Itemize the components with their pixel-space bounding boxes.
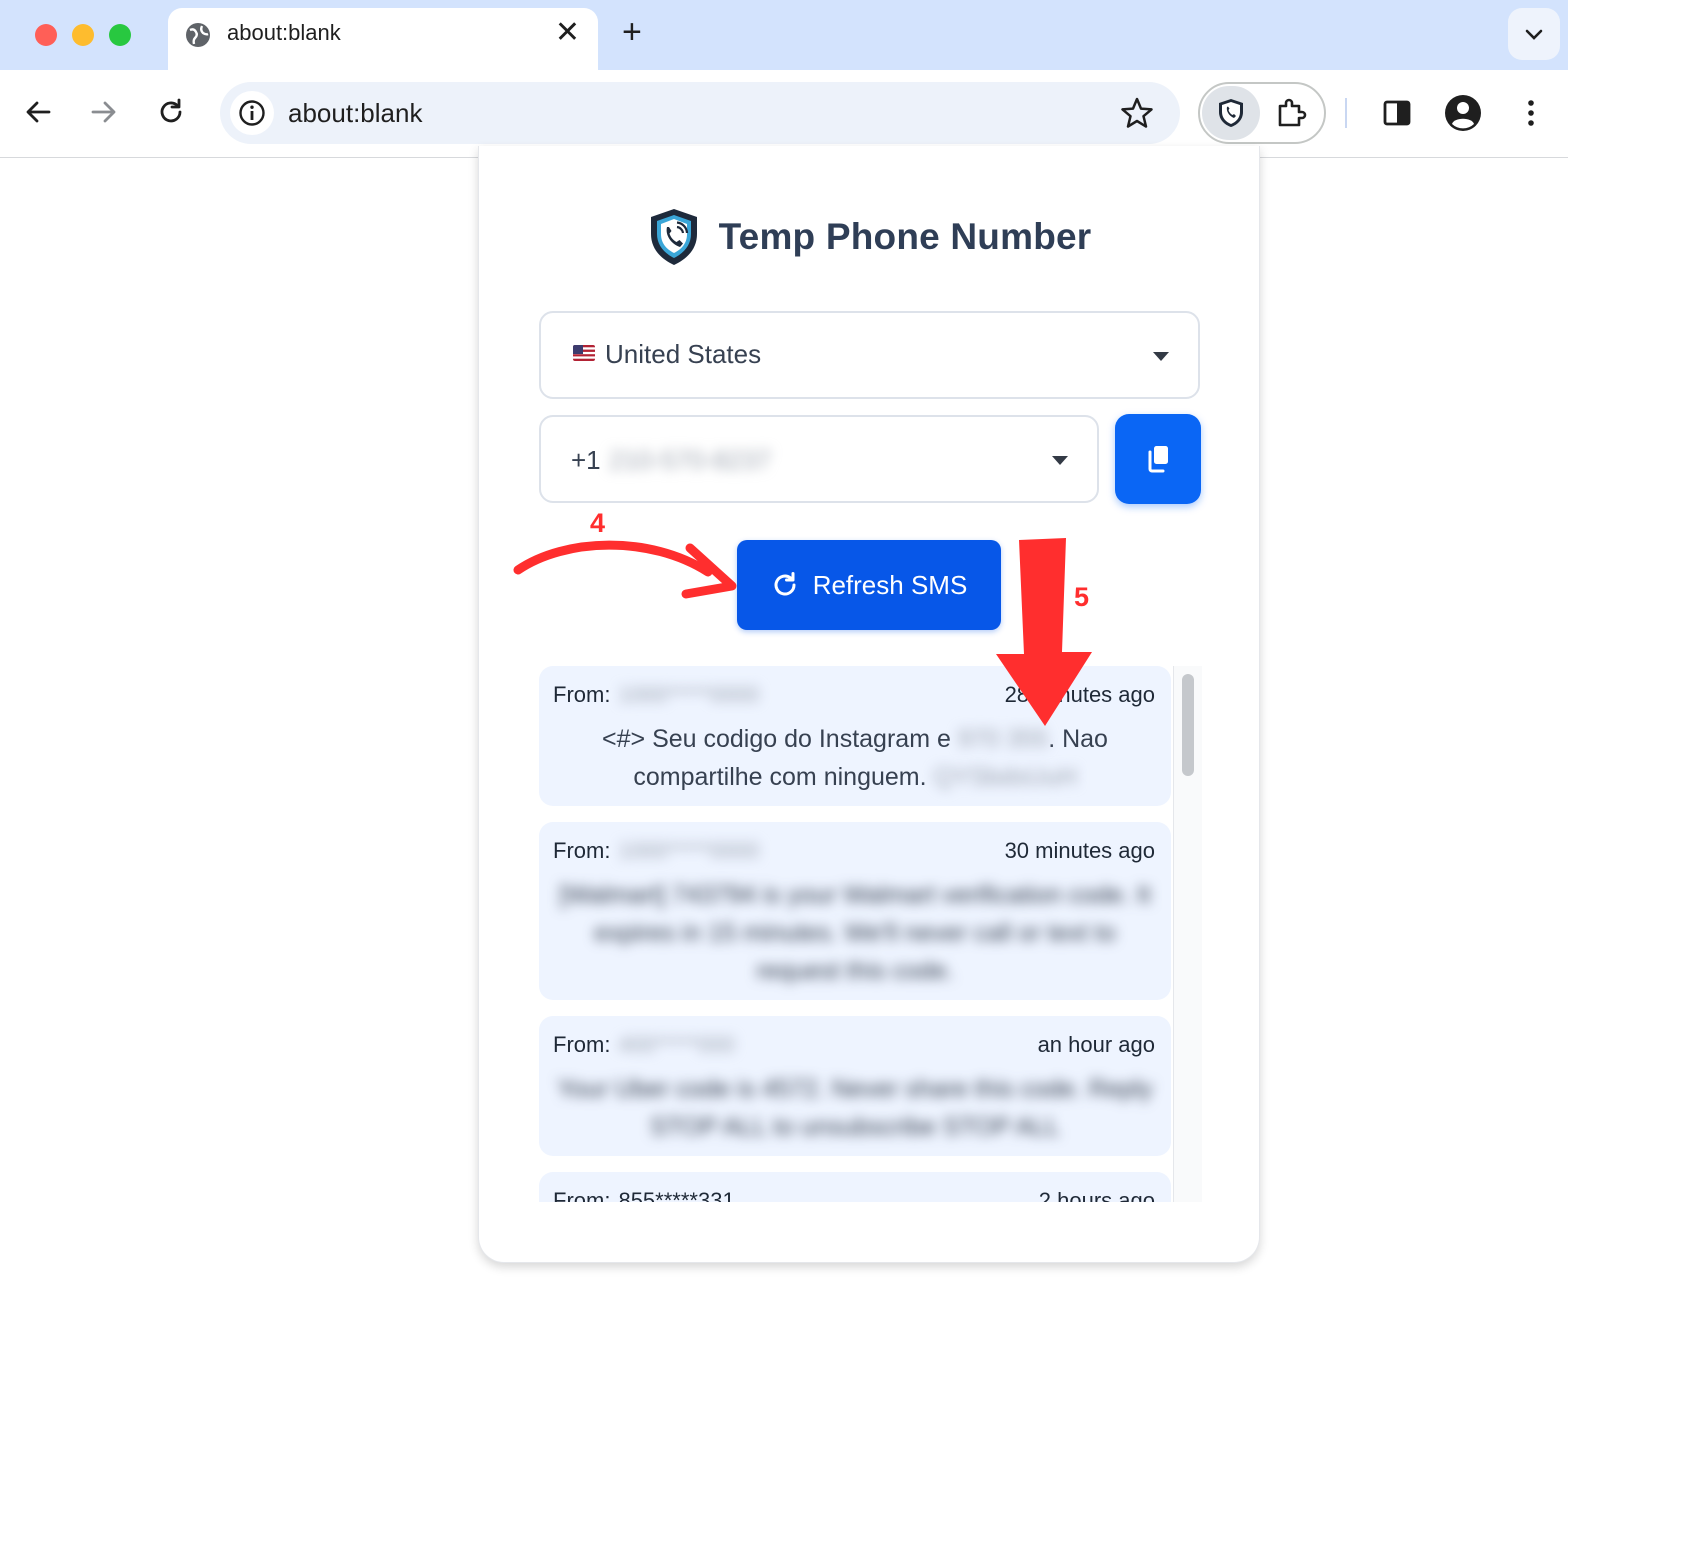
sms-from: From: 400*****000 xyxy=(553,1032,735,1057)
site-info-button[interactable] xyxy=(230,91,274,135)
back-button[interactable] xyxy=(20,94,56,130)
refresh-icon xyxy=(774,572,796,596)
tab-title: about:blank xyxy=(227,20,341,45)
sms-time: an hour ago xyxy=(1037,1032,1155,1057)
refresh-sms-button[interactable]: Refresh SMS xyxy=(737,540,1001,630)
annotation-step-5: 5 xyxy=(1074,582,1090,612)
reload-button[interactable] xyxy=(153,94,189,130)
sms-body: <#> Seu codigo do Instagram e 970 355. N… xyxy=(602,725,1108,791)
sms-time: 30 minutes ago xyxy=(1004,838,1155,863)
arrow-right-icon xyxy=(91,101,116,123)
caret-down-icon xyxy=(1052,456,1068,465)
refresh-sms-label: Refresh SMS xyxy=(812,569,968,600)
browser-toolbar: about:blank xyxy=(0,70,1568,158)
address-bar[interactable]: about:blank xyxy=(220,82,1180,144)
reload-icon xyxy=(160,98,182,123)
shield-phone-icon xyxy=(1219,99,1243,127)
star-icon[interactable] xyxy=(1120,96,1154,130)
sms-from: From: 1000*****0000 xyxy=(553,682,760,707)
country-select-value: United States xyxy=(605,339,762,369)
annotation-step-4: 4 xyxy=(590,508,606,538)
copy-icon xyxy=(1148,446,1168,473)
toolbar-divider xyxy=(1345,98,1347,128)
window-zoom-button[interactable] xyxy=(109,24,131,46)
sms-message[interactable]: From: 1000*****0000 28 minutes ago <#> Se… xyxy=(539,666,1171,806)
address-url[interactable]: about:blank xyxy=(288,98,422,129)
us-flag-icon xyxy=(573,345,595,361)
sms-time: 2 hours ago xyxy=(1038,1188,1155,1202)
sms-message[interactable]: From: 855*****331 2 hours ago xyxy=(539,1172,1171,1202)
info-icon xyxy=(239,100,265,126)
phone-number-select[interactable]: +1 210-570-8237 xyxy=(539,415,1099,503)
caret-down-icon xyxy=(1153,352,1169,361)
sms-list-scrollbar[interactable] xyxy=(1173,666,1202,1202)
popup-title: Temp Phone Number xyxy=(718,216,1092,257)
globe-icon xyxy=(186,23,210,47)
tab-strip: about:blank ✕ + xyxy=(0,0,1568,70)
copy-number-button[interactable] xyxy=(1115,414,1201,504)
sms-list[interactable]: From: 1000*****0000 28 minutes ago <#> Se… xyxy=(539,666,1201,1202)
sms-body: Your Uber code is 4572. Never share this… xyxy=(557,1075,1153,1141)
chevron-down-icon xyxy=(1525,29,1543,40)
forward-button[interactable] xyxy=(86,94,122,130)
browser-menu-button[interactable] xyxy=(1512,94,1550,132)
plus-icon[interactable]: + xyxy=(622,14,642,50)
extension-group xyxy=(1198,82,1326,144)
tab-search-button[interactable] xyxy=(1508,8,1560,60)
window-minimize-button[interactable] xyxy=(72,24,94,46)
sms-from: From: 1000*****0000 xyxy=(553,838,760,863)
profile-icon xyxy=(1445,95,1481,131)
sms-message[interactable]: From: 400*****000 an hour ago Your Uber c… xyxy=(539,1016,1171,1156)
puzzle-icon[interactable] xyxy=(1274,96,1308,130)
sms-body: [Walmart] 743794 is your Walmart verific… xyxy=(559,881,1151,985)
extension-popup: Temp Phone Number United States +1 210-5… xyxy=(478,146,1260,1263)
kebab-menu-icon xyxy=(1528,100,1534,126)
sms-message[interactable]: From: 1000*****0000 30 minutes ago [Walma… xyxy=(539,822,1171,1000)
close-icon[interactable]: ✕ xyxy=(555,18,580,48)
window-close-button[interactable] xyxy=(35,24,57,46)
browser-tab-active[interactable]: about:blank ✕ xyxy=(168,8,598,70)
sms-from: From: 855*****331 xyxy=(553,1188,735,1202)
popup-header: Temp Phone Number xyxy=(479,204,1259,270)
shield-phone-icon xyxy=(650,209,697,265)
sms-time: 28 minutes ago xyxy=(1004,682,1155,707)
profile-button[interactable] xyxy=(1444,94,1482,132)
scrollbar-thumb[interactable] xyxy=(1182,674,1194,776)
arrow-left-icon xyxy=(26,101,51,123)
phone-number-prefix: +1 xyxy=(571,445,601,475)
phone-number-redacted: 210-570-8237 xyxy=(609,445,771,475)
side-panel-button[interactable] xyxy=(1378,94,1416,132)
country-select[interactable]: United States xyxy=(539,311,1200,399)
side-panel-icon xyxy=(1383,100,1411,126)
extension-button[interactable] xyxy=(1202,86,1260,140)
